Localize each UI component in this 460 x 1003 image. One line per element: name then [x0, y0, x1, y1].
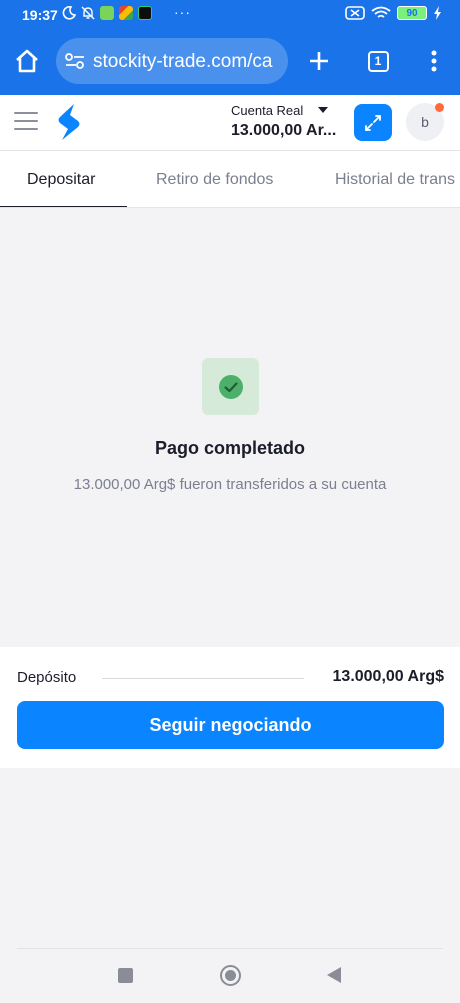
- nav-divider: [17, 948, 443, 949]
- deposit-summary-panel: Depósito 13.000,00 Arg$ Seguir negociand…: [0, 647, 460, 768]
- new-tab-button[interactable]: [302, 44, 336, 78]
- active-tab-indicator: [0, 206, 127, 207]
- stockity-logo[interactable]: [56, 103, 82, 141]
- tab-depositar[interactable]: Depositar: [27, 171, 95, 189]
- tab-switcher-button[interactable]: 1: [362, 44, 394, 78]
- tab-bar: Depositar Retiro de fondos Historial de …: [0, 151, 460, 208]
- tab-historial[interactable]: Historial de trans: [335, 171, 455, 189]
- deposit-amount: 13.000,00 Arg$: [332, 668, 444, 685]
- battery-icon: 90: [397, 6, 427, 20]
- caret-down-icon[interactable]: [318, 107, 328, 113]
- status-bar: 19:37 ··· 90: [0, 0, 460, 30]
- app-notification-icon-3: [138, 6, 152, 20]
- moon-icon: [62, 6, 76, 20]
- site-settings-icon[interactable]: [64, 50, 86, 72]
- status-overflow-dots: ···: [174, 4, 191, 20]
- notification-dot: [435, 103, 444, 112]
- back-button[interactable]: [327, 967, 341, 983]
- success-subtitle: 13.000,00 Arg$ fueron transferidos a su …: [73, 476, 387, 493]
- sim-disabled-icon: [345, 6, 365, 20]
- success-badge: [202, 358, 259, 415]
- account-balance[interactable]: 13.000,00 Ar...: [231, 122, 336, 140]
- address-bar[interactable]: stockity-trade.com/ca: [56, 38, 288, 84]
- browser-menu-button[interactable]: [420, 44, 448, 78]
- status-icons-left: [62, 6, 152, 20]
- more-vert-icon: [431, 50, 437, 72]
- browser-chrome: 19:37 ··· 90 stockity-trade.com/ca 1: [0, 0, 460, 95]
- deposit-button[interactable]: [354, 104, 392, 141]
- wifi-icon: [371, 6, 391, 18]
- success-title: Pago completado: [154, 438, 306, 458]
- url-text: stockity-trade.com/ca: [93, 51, 273, 72]
- home-icon: [16, 49, 38, 73]
- home-button[interactable]: [10, 44, 44, 78]
- tab-retiro-de-fondos[interactable]: Retiro de fondos: [156, 171, 273, 189]
- tab-count: 1: [367, 50, 389, 72]
- menu-icon[interactable]: [14, 112, 38, 134]
- browser-toolbar: stockity-trade.com/ca 1: [0, 30, 460, 95]
- swap-arrows-icon: [365, 114, 381, 131]
- app-notification-icon-2: [119, 6, 133, 20]
- continue-trading-button[interactable]: Seguir negociando: [17, 701, 444, 749]
- recents-button[interactable]: [118, 968, 133, 983]
- app-notification-icon: [100, 6, 114, 20]
- status-time: 19:37: [22, 7, 58, 23]
- divider-line: [102, 678, 304, 679]
- bell-off-icon: [81, 6, 95, 20]
- app-header: Cuenta Real 13.000,00 Ar... b: [0, 95, 460, 151]
- home-nav-button[interactable]: [220, 965, 241, 986]
- check-circle-icon: [218, 374, 243, 399]
- charging-icon: [434, 6, 441, 20]
- deposit-label: Depósito: [17, 669, 77, 686]
- plus-icon: [310, 52, 328, 70]
- account-type[interactable]: Cuenta Real: [231, 103, 303, 118]
- status-icons-right: 90: [345, 6, 442, 20]
